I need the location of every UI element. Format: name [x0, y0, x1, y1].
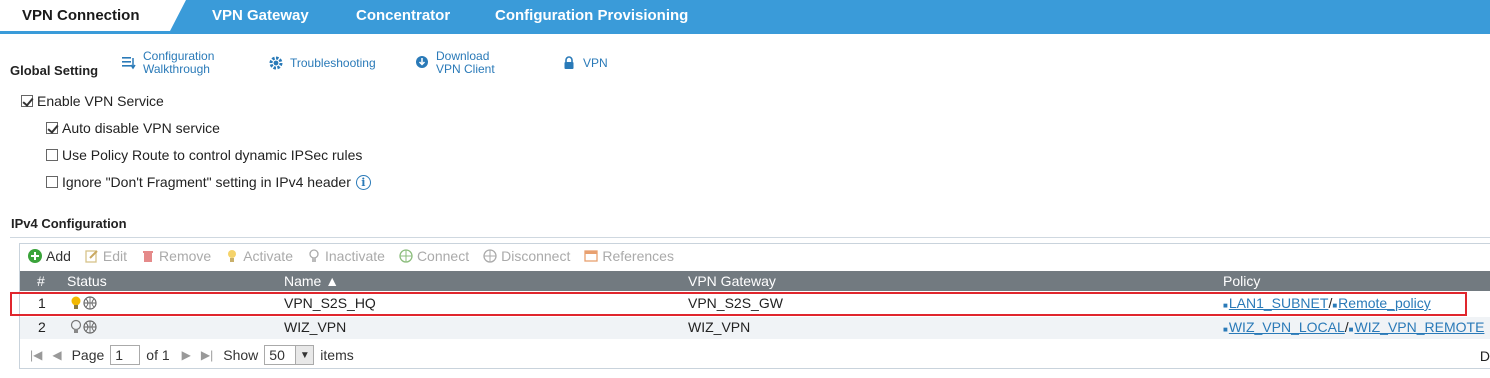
disconnect-label: Disconnect [501, 248, 571, 264]
policy-object-icon: ■ [1348, 325, 1354, 334]
add-label: Add [46, 248, 71, 264]
tab-concentrator[interactable]: Concentrator [356, 0, 450, 31]
col-name-header[interactable]: Name ▲ [284, 273, 339, 289]
download-icon [414, 55, 430, 71]
col-policy-header[interactable]: Policy [1223, 273, 1260, 289]
row-status [70, 319, 100, 335]
auto-disable-option: Auto disable VPN service [46, 120, 220, 136]
section-divider [10, 237, 1490, 238]
col-status-header[interactable]: Status [67, 273, 107, 289]
download-label-line1: Download [436, 49, 490, 63]
grid-header: # Status Name ▲ VPN Gateway Policy [20, 271, 1490, 291]
page-of-label: of 1 [146, 347, 170, 363]
troubleshooting-link[interactable]: Troubleshooting [268, 55, 376, 71]
inactivate-button[interactable]: Inactivate [307, 248, 385, 264]
next-page-icon[interactable]: ▶ [182, 348, 191, 362]
inactivate-label: Inactivate [325, 248, 385, 264]
ignore-df-label: Ignore "Don't Fragment" setting in IPv4 … [62, 174, 351, 190]
info-icon[interactable]: i [355, 174, 371, 190]
globe-disconnect-icon [483, 249, 497, 263]
gear-icon [268, 55, 284, 71]
page-size-value: 50 [269, 347, 285, 363]
tab-bar: VPN Connection VPN Gateway Concentrator … [0, 0, 1490, 31]
show-label: Show [223, 347, 259, 363]
ignore-df-option: Ignore "Don't Fragment" setting in IPv4 … [46, 174, 371, 190]
enable-vpn-label: Enable VPN Service [37, 93, 164, 109]
enable-vpn-checkbox[interactable] [21, 95, 33, 107]
download-label-line2: VPN Client [436, 62, 495, 76]
download-vpn-client-link[interactable]: Download VPN Client [414, 50, 495, 76]
chevron-down-icon: ▼ [295, 346, 314, 364]
global-setting-title: Global Setting [10, 63, 99, 78]
grid-toolbar: Add Edit Remove Activate Inactivate Conn… [20, 244, 1490, 268]
references-button[interactable]: References [584, 248, 674, 264]
tab-vpn-connection[interactable]: VPN Connection [0, 0, 186, 31]
first-page-icon[interactable]: |◀ [30, 348, 42, 362]
walkthrough-label-line1: Configuration [143, 49, 215, 63]
row-name: WIZ_VPN [284, 319, 347, 335]
policy-route-checkbox[interactable] [46, 149, 58, 161]
auto-disable-label: Auto disable VPN service [62, 120, 220, 136]
edit-button[interactable]: Edit [85, 248, 127, 264]
connect-button[interactable]: Connect [399, 248, 469, 264]
vpn-link[interactable]: VPN [561, 55, 608, 71]
tab-bar-underline [0, 31, 1490, 34]
local-policy-link[interactable]: WIZ_VPN_LOCAL [1229, 319, 1345, 335]
row-policy: ■WIZ_VPN_LOCAL/■WIZ_VPN_REMOTE [1223, 319, 1484, 335]
activate-button[interactable]: Activate [225, 248, 293, 264]
inactive-bulb-globe-icon [70, 319, 97, 334]
tab-vpn-gateway[interactable]: VPN Gateway [212, 0, 309, 31]
remove-label: Remove [159, 248, 212, 264]
references-icon [584, 249, 599, 263]
walkthrough-label-line2: Walkthrough [143, 62, 210, 76]
ipv4-configuration-title: IPv4 Configuration [11, 216, 127, 231]
auto-disable-checkbox[interactable] [46, 122, 58, 134]
selected-row-highlight [10, 292, 1467, 316]
lock-icon [561, 55, 577, 71]
walkthrough-icon [121, 55, 137, 71]
col-gateway-header[interactable]: VPN Gateway [688, 273, 776, 289]
page-number-input[interactable]: 1 [110, 345, 141, 365]
ignore-df-checkbox[interactable] [46, 176, 58, 188]
lightbulb-off-icon [307, 249, 321, 263]
grid-pager: |◀ ◀ Page 1 of 1 ▶ ▶| Show 50 ▼ items [20, 343, 1490, 367]
add-icon [28, 249, 42, 263]
policy-route-label: Use Policy Route to control dynamic IPSe… [62, 147, 363, 163]
trash-icon [141, 249, 155, 263]
last-page-icon[interactable]: ▶| [201, 348, 213, 362]
col-number-header[interactable]: # [37, 273, 45, 289]
policy-object-icon: ■ [1223, 325, 1228, 334]
disconnect-button[interactable]: Disconnect [483, 248, 570, 264]
edit-label: Edit [102, 248, 128, 264]
row-number: 2 [38, 319, 46, 335]
globe-connect-icon [399, 249, 413, 263]
connect-label: Connect [416, 248, 470, 264]
truncated-display-text: D [1479, 348, 1490, 364]
references-label: References [602, 248, 674, 264]
edit-icon [85, 249, 99, 263]
lightbulb-on-icon [225, 249, 239, 263]
add-button[interactable]: Add [28, 248, 71, 264]
row-gateway: WIZ_VPN [688, 319, 751, 335]
remote-policy-link[interactable]: WIZ_VPN_REMOTE [1355, 319, 1485, 335]
remove-button[interactable]: Remove [141, 248, 211, 264]
vpn-label: VPN [583, 56, 608, 70]
enable-vpn-option: Enable VPN Service [21, 93, 164, 109]
tab-configuration-provisioning[interactable]: Configuration Provisioning [495, 0, 688, 31]
items-label: items [320, 347, 354, 363]
prev-page-icon[interactable]: ◀ [52, 348, 61, 362]
page-label: Page [71, 347, 105, 363]
policy-route-option: Use Policy Route to control dynamic IPSe… [46, 147, 362, 163]
page-size-select[interactable]: 50 ▼ [264, 345, 315, 365]
table-row[interactable]: 2 WIZ_VPN WIZ_VPN ■WIZ_VPN_LOCAL/■WIZ_VP… [20, 317, 1490, 339]
configuration-walkthrough-link[interactable]: Configuration Walkthrough [121, 50, 214, 76]
troubleshooting-label: Troubleshooting [290, 56, 376, 70]
activate-label: Activate [243, 248, 293, 264]
